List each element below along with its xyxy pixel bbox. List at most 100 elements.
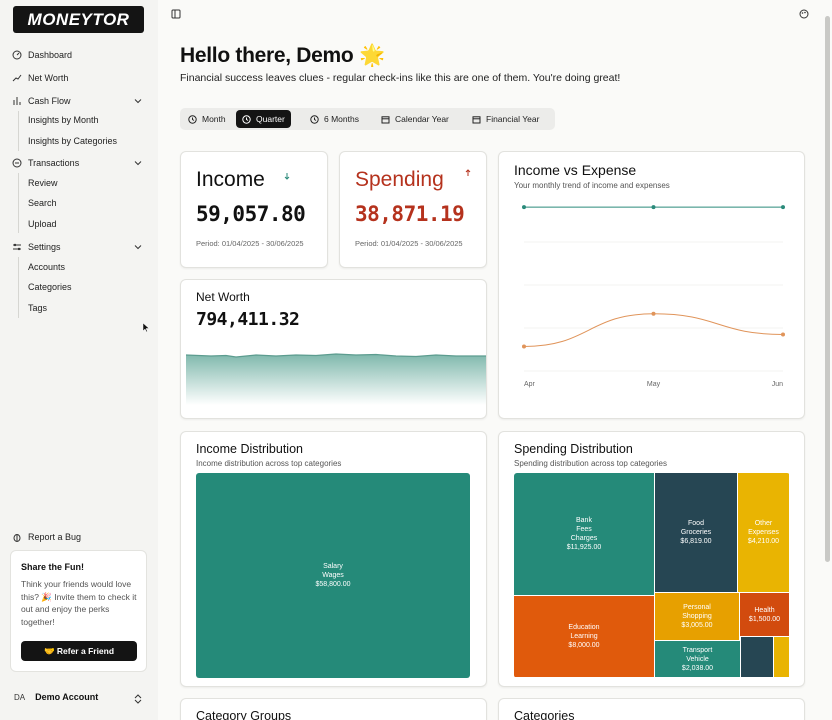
spending-distribution-title: Spending Distribution: [514, 442, 633, 456]
share-title: Share the Fun!: [21, 562, 85, 572]
calendar-icon: [381, 115, 390, 123]
categories-title: Categories: [514, 709, 575, 720]
treemap-cell-transport[interactable]: Transport Vehicle $2,038.00: [655, 641, 740, 677]
sidebar-item-settings[interactable]: Settings: [12, 239, 61, 255]
period-label: Financial Year: [486, 114, 540, 124]
main-content: Hello there, Demo 🌟 Financial success le…: [158, 0, 832, 720]
data-point-0-2[interactable]: [781, 205, 785, 210]
chevron-down-icon[interactable]: [134, 243, 142, 251]
report-bug-label: Report a Bug: [28, 532, 82, 542]
sidebar-toggle-icon[interactable]: [171, 9, 181, 19]
spending-period: Period: 01/04/2025 - 30/06/2025: [355, 239, 463, 248]
clock-icon: [242, 114, 251, 124]
treemap-label: Other Expenses $4,210.00: [747, 520, 780, 545]
period-6-months[interactable]: 6 Months: [304, 110, 365, 128]
spending-title: Spending: [355, 168, 444, 191]
sidebar-item-insights-month[interactable]: Insights by Month: [28, 113, 99, 127]
treemap-label: Health $1,500.00: [748, 606, 781, 623]
sub-divider: [18, 173, 19, 233]
treemap-label: Bank Fees Charges $11,925.00: [566, 517, 602, 551]
treemap-cell-small-1[interactable]: [741, 637, 773, 677]
chevrons-up-down-icon[interactable]: [134, 694, 142, 704]
treemap-cell-bank-fees[interactable]: Bank Fees Charges $11,925.00: [514, 473, 654, 595]
data-point-1-0[interactable]: [522, 344, 526, 349]
income-distribution-subtitle: Income distribution across top categorie…: [196, 459, 342, 468]
sidebar-item-cash-flow[interactable]: Cash Flow: [12, 93, 71, 109]
chevron-down-icon[interactable]: [134, 97, 142, 105]
income-distribution-title: Income Distribution: [196, 442, 303, 456]
sidebar-item-net-worth[interactable]: Net Worth: [12, 70, 68, 86]
data-point-1-1[interactable]: [651, 311, 656, 316]
period-calendar-year[interactable]: Calendar Year: [375, 110, 455, 128]
treemap-cell-other-expenses[interactable]: Other Expenses $4,210.00: [738, 473, 789, 592]
sidebar-item-transactions[interactable]: Transactions: [12, 155, 79, 171]
period-label: 6 Months: [324, 114, 359, 124]
period-label: Month: [202, 114, 226, 124]
coins-icon: [12, 158, 22, 168]
income-title: Income: [196, 168, 265, 191]
sidebar-item-upload[interactable]: Upload: [28, 217, 57, 231]
sidebar-item-label: Cash Flow: [28, 96, 71, 106]
treemap-cell-health[interactable]: Health $1,500.00: [740, 593, 789, 636]
app-logo[interactable]: MONEYTOR: [13, 6, 144, 33]
report-bug-link[interactable]: Report a Bug: [12, 529, 81, 545]
arrow-down-icon: [284, 173, 290, 180]
data-point-1-2[interactable]: [781, 332, 785, 337]
spending-distribution-subtitle: Spending distribution across top categor…: [514, 459, 667, 468]
sidebar-item-categories[interactable]: Categories: [28, 280, 72, 294]
period-financial-year[interactable]: Financial Year: [466, 110, 545, 128]
spending-card: Spending 38,871.19 Period: 01/04/2025 - …: [339, 151, 487, 268]
spending-treemap: Bank Fees Charges $11,925.00 Education Le…: [514, 473, 790, 678]
treemap-label: Personal Shopping $3,005.00: [681, 604, 713, 629]
mouse-cursor-icon: [142, 322, 150, 333]
treemap-label: Transport Vehicle $2,038.00: [681, 646, 714, 672]
income-treemap: Salary Wages $58,800.00: [196, 473, 470, 678]
spending-value: 38,871.19: [355, 202, 465, 226]
bar-chart-icon: [13, 97, 21, 105]
chevron-down-icon[interactable]: [134, 159, 142, 167]
income-value: 59,057.80: [196, 202, 306, 226]
sidebar-item-search[interactable]: Search: [28, 196, 57, 210]
treemap-cell-personal-shopping[interactable]: Personal Shopping $3,005.00: [655, 593, 739, 640]
sidebar-item-insights-categories[interactable]: Insights by Categories: [28, 134, 117, 148]
categories-card: Categories: [498, 698, 805, 720]
treemap-cell-education[interactable]: Education Learning $8,000.00: [514, 596, 654, 677]
refer-friend-button[interactable]: 🤝 Refer a Friend: [21, 641, 137, 661]
period-label: Calendar Year: [395, 114, 449, 124]
arrow-up-icon: [465, 169, 471, 176]
period-quarter[interactable]: Quarter: [236, 110, 291, 128]
clock-icon: [188, 114, 197, 124]
data-point-0-1[interactable]: [651, 205, 656, 210]
calendar-icon: [472, 115, 481, 123]
treemap-cell-food-groceries[interactable]: Food Groceries $6,819.00: [655, 473, 737, 592]
income-card: Income 59,057.80 Period: 01/04/2025 - 30…: [180, 151, 328, 268]
sidebar-item-accounts[interactable]: Accounts: [28, 260, 65, 274]
category-groups-title: Category Groups: [196, 709, 292, 720]
sidebar-item-dashboard[interactable]: Dashboard: [12, 47, 72, 63]
trend-up-icon: [12, 74, 22, 82]
sidebar: MONEYTOR Dashboard Net Worth Cash Flow I…: [0, 0, 158, 720]
income-distribution-card: Income Distribution Income distribution …: [180, 431, 487, 687]
palette-icon[interactable]: [799, 9, 809, 19]
income-vs-expense-card: Income vs Expense Your monthly trend of …: [498, 151, 805, 419]
sidebar-item-label: Net Worth: [28, 73, 69, 83]
sidebar-item-label: Transactions: [28, 158, 80, 168]
treemap-cell-salary-wages[interactable]: Salary Wages $58,800.00: [196, 473, 470, 678]
period-label: Quarter: [256, 114, 285, 124]
account-name: Demo Account: [35, 692, 99, 702]
treemap-cell-small-2[interactable]: [774, 637, 789, 677]
gauge-icon: [12, 50, 22, 60]
account-switcher[interactable]: DA Demo Account: [14, 692, 98, 702]
treemap-label: Food Groceries $6,819.00: [680, 520, 712, 545]
sidebar-item-review[interactable]: Review: [28, 176, 58, 190]
avatar: DA: [14, 692, 26, 702]
sub-divider: [18, 257, 19, 318]
x-tick-label: Jun: [772, 381, 783, 388]
period-month[interactable]: Month: [182, 110, 232, 128]
bug-icon: [13, 534, 21, 542]
data-point-0-0[interactable]: [522, 205, 526, 210]
treemap-label: Salary Wages $58,800.00: [315, 563, 351, 588]
scrollbar[interactable]: [825, 16, 830, 562]
app-root: MONEYTOR Dashboard Net Worth Cash Flow I…: [0, 0, 832, 720]
sidebar-item-tags[interactable]: Tags: [28, 301, 47, 315]
